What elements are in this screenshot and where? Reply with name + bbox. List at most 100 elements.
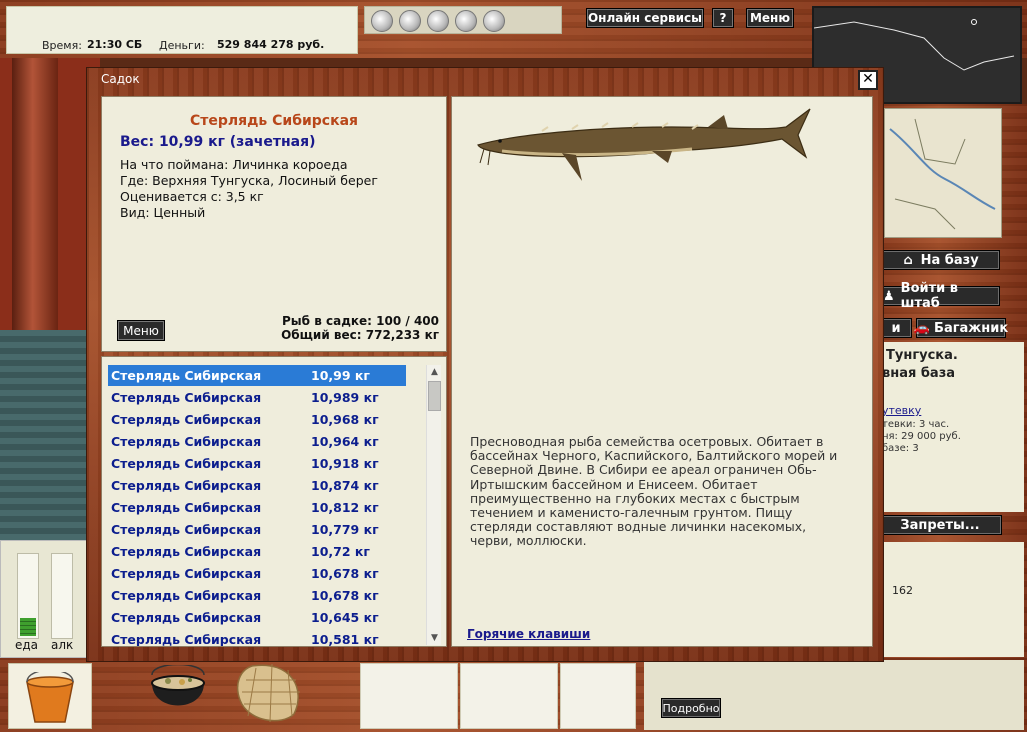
catch-row[interactable]: Стерлядь Сибирская 10,964 кг: [108, 431, 406, 452]
catch-row[interactable]: Стерлядь Сибирская 10,678 кг: [108, 563, 406, 584]
base-info: базе: 3: [882, 443, 919, 454]
catch-row-weight: 10,72 кг: [311, 544, 370, 559]
catch-row-name: Стерлядь Сибирская: [111, 566, 262, 581]
sterlet-fish-image: [477, 108, 811, 181]
fish-description: Пресноводная рыба семейства осетровых. О…: [470, 434, 838, 549]
catch-row-name: Стерлядь Сибирская: [111, 588, 262, 603]
catch-row-name: Стерлядь Сибирская: [111, 500, 262, 515]
alcohol-meter: [51, 553, 73, 639]
location-line1: Тунгуска.: [886, 348, 958, 363]
catch-row[interactable]: Стерлядь Сибирская 10,874 кг: [108, 475, 406, 496]
fish-bait: На что поймана: Личинка короеда: [120, 157, 348, 172]
details-button[interactable]: Подробно: [661, 698, 721, 718]
fish-name: Стерлядь Сибирская: [189, 113, 359, 129]
region-map[interactable]: [884, 108, 1002, 238]
lure-icon[interactable]: [399, 10, 421, 32]
to-base-button[interactable]: ⌂ На базу: [882, 250, 1000, 270]
voucher-info: тевки: 3 час.: [882, 419, 950, 430]
catch-row[interactable]: Стерлядь Сибирская 10,72 кг: [108, 541, 406, 562]
trunk-button[interactable]: 🚗 Багажник: [914, 318, 1008, 338]
catch-row-name: Стерлядь Сибирская: [111, 632, 262, 647]
catch-row-weight: 10,989 кг: [311, 390, 379, 405]
catch-row-name: Стерлядь Сибирская: [111, 456, 262, 471]
catch-row-name: Стерлядь Сибирская: [111, 544, 262, 559]
person-icon: ♟: [883, 288, 895, 304]
lure-icon[interactable]: [427, 10, 449, 32]
fish-description-panel: Пресноводная рыба семейства осетровых. О…: [451, 96, 873, 647]
food-meter: [17, 553, 39, 639]
money-value: 529 844 278 руб.: [217, 38, 325, 51]
catch-row-weight: 10,918 кг: [311, 456, 379, 471]
catch-row-name: Стерлядь Сибирская: [111, 522, 262, 537]
dialog-menu-button[interactable]: Меню: [117, 320, 165, 341]
catch-row-weight: 10,964 кг: [311, 434, 379, 449]
catch-row-weight: 10,874 кг: [311, 478, 379, 493]
fish-kind: Вид: Ценный: [120, 205, 206, 220]
info-number: 162: [892, 584, 913, 597]
home-icon: ⌂: [903, 252, 913, 268]
fish-rated: Оценивается с: 3,5 кг: [120, 189, 264, 204]
fish-count: Рыб в садке: 100 / 400: [282, 314, 439, 328]
catch-row[interactable]: Стерлядь Сибирская 10,99 кг: [108, 365, 406, 386]
catch-row-weight: 10,678 кг: [311, 566, 379, 581]
catch-list[interactable]: Стерлядь Сибирская 10,99 кг Стерлядь Сибир…: [101, 356, 447, 647]
catch-row-name: Стерлядь Сибирская: [111, 390, 262, 405]
bucket-icon: [26, 672, 74, 723]
meters-panel: еда алк: [0, 540, 100, 658]
lure-icon[interactable]: [483, 10, 505, 32]
catch-row-name: Стерлядь Сибирская: [111, 478, 262, 493]
catch-row-weight: 10,99 кг: [311, 368, 370, 383]
detail-panel: [644, 660, 1024, 730]
location-panel: Тунгуска. вная база утевку тевки: 3 час.…: [882, 342, 1024, 512]
fish-place: Где: Верхняя Тунгуска, Лосиный берег: [120, 173, 378, 188]
catch-row[interactable]: Стерлядь Сибирская 10,918 кг: [108, 453, 406, 474]
lower-info-panel: 162: [882, 542, 1024, 657]
lure-icon[interactable]: [455, 10, 477, 32]
catch-row-weight: 10,779 кг: [311, 522, 379, 537]
price-info: ня: 29 000 руб.: [882, 431, 961, 442]
dialog-title: Садок: [101, 72, 140, 86]
region-map-drawing: [889, 118, 996, 230]
close-button[interactable]: ✕: [858, 70, 878, 90]
status-panel: Время: 21:30 СБ Деньги: 529 844 278 руб.: [6, 6, 358, 54]
catch-row[interactable]: Стерлядь Сибирская 10,812 кг: [108, 497, 406, 518]
catch-row[interactable]: Стерлядь Сибирская 10,779 кг: [108, 519, 406, 540]
catch-row-name: Стерлядь Сибирская: [111, 368, 262, 383]
fish-weight: Вес: 10,99 кг (зачетная): [120, 134, 316, 150]
inventory-slot[interactable]: [460, 663, 558, 729]
keepnet-icon[interactable]: [232, 660, 308, 724]
bans-button[interactable]: Запреты...: [878, 515, 1002, 535]
top-menu-button[interactable]: Меню: [746, 8, 794, 28]
help-button[interactable]: ?: [712, 8, 734, 28]
partial-button[interactable]: и: [880, 318, 912, 338]
tackle-panel: [364, 6, 562, 34]
catch-row[interactable]: Стерлядь Сибирская 10,968 кг: [108, 409, 406, 430]
catch-row-name: Стерлядь Сибирская: [111, 412, 262, 427]
online-services-button[interactable]: Онлайн сервисы: [586, 8, 704, 28]
bucket-slot[interactable]: [8, 663, 92, 729]
enter-hq-button[interactable]: ♟ Войти в штаб: [882, 281, 1000, 311]
scroll-down-icon[interactable]: ▼: [427, 631, 442, 645]
catch-row-weight: 10,812 кг: [311, 500, 379, 515]
scrollbar[interactable]: ▲ ▼: [426, 365, 441, 645]
inventory-slot[interactable]: [560, 663, 636, 729]
alcohol-label: алк: [51, 638, 74, 652]
catch-row-weight: 10,645 кг: [311, 610, 379, 625]
money-label: Деньги:: [159, 39, 205, 52]
scroll-thumb[interactable]: [428, 381, 441, 411]
catch-row[interactable]: Стерлядь Сибирская 10,645 кг: [108, 607, 406, 628]
lure-icon[interactable]: [371, 10, 393, 32]
hotkeys-link[interactable]: Горячие клавиши: [467, 627, 590, 641]
pot-icon[interactable]: [146, 665, 210, 717]
catch-row[interactable]: Стерлядь Сибирская 10,678 кг: [108, 585, 406, 606]
inventory-slot[interactable]: [360, 663, 458, 729]
catch-row[interactable]: Стерлядь Сибирская 10,989 кг: [108, 387, 406, 408]
scene-water: [0, 330, 100, 540]
catch-row[interactable]: Стерлядь Сибирская 10,581 кг: [108, 629, 406, 647]
time-label: Время:: [42, 39, 82, 52]
voucher-link[interactable]: утевку: [882, 404, 921, 417]
catch-row-weight: 10,968 кг: [311, 412, 379, 427]
fish-info-panel: Стерлядь Сибирская Вес: 10,99 кг (зачетн…: [101, 96, 447, 352]
scroll-up-icon[interactable]: ▲: [427, 365, 442, 379]
food-meter-fill: [20, 618, 36, 636]
